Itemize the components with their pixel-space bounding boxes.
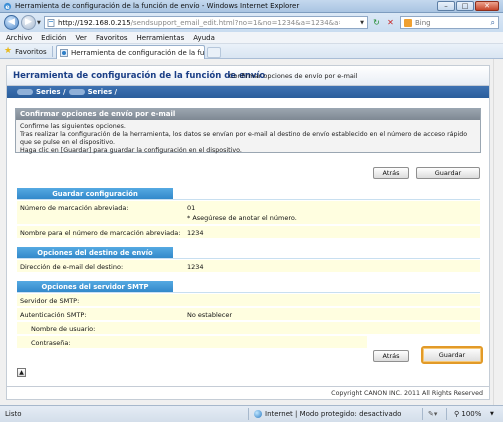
divider [17,292,480,293]
app-header: Herramienta de configuración de la funci… [7,66,489,86]
maximize-button[interactable]: □ [456,1,474,11]
arrow-left-icon: ◀ [8,17,15,27]
vertical-scrollbar[interactable] [493,59,503,405]
favorites-label: Favoritos [15,47,47,56]
table-row: Nombre para el número de marcación abrev… [17,226,480,238]
confirm-line-3: Haga clic en [Guardar] para guardar la c… [20,147,242,154]
app-subtitle: Confirmar opciones de envío por e-mail [229,72,358,80]
tab-title: Herramienta de configuración de la funci… [71,48,205,57]
minimize-button[interactable]: – [437,1,455,11]
save-button-top[interactable]: Guardar [416,167,480,179]
back-button-bottom[interactable]: Atrás [373,350,409,362]
security-settings-icon[interactable]: ✎▾ [428,410,437,418]
window-title: Herramienta de configuración de la funci… [15,2,300,10]
page-footer: Copyright CANON INC. 2011 All Rights Res… [7,386,489,399]
row-label: Servidor de SMTP: [20,297,80,305]
window-titlebar: e Herramienta de configuración de la fun… [0,0,503,13]
divider [248,408,249,420]
row-note: * Asegúrese de anotar el número. [187,214,297,222]
security-zone[interactable]: Internet | Modo protegido: desactivado [254,410,401,418]
url-dropdown-icon[interactable]: ▼ [360,20,364,26]
back-button[interactable]: ◀ [4,15,19,30]
table-row: Contraseña: [17,336,367,348]
save-button-bottom[interactable]: Guardar [421,346,483,364]
row-label: Nombre para el número de marcación abrev… [20,229,181,237]
search-input[interactable] [415,18,485,28]
menu-ayuda[interactable]: Ayuda [193,34,215,42]
confirm-panel-heading: Confirmar opciones de envío por e-mail [16,109,480,120]
menu-favoritos[interactable]: Favoritos [96,34,128,42]
row-label: Contraseña: [31,339,71,347]
arrow-right-icon: ▶ [25,17,32,27]
divider [422,408,423,420]
scroll-to-top-icon[interactable]: ▲ [17,368,26,377]
redacted-model [68,89,85,95]
row-label: Nombre de usuario: [31,325,96,333]
url-text[interactable]: http://192.168.0.215/sendsupport_email_e… [58,19,340,27]
zoom-level[interactable]: ⚲ 100% [454,410,481,418]
status-text: Listo [5,410,22,418]
breadcrumb: Series / Series / [7,86,489,98]
divider [52,46,53,57]
back-button-top[interactable]: Atrás [373,167,409,179]
search-box[interactable]: ⌕ [400,16,499,29]
history-dropdown-icon[interactable]: ▼ [37,20,41,26]
menu-archivo[interactable]: Archivo [6,34,32,42]
divider [446,408,447,420]
app-title: Herramienta de configuración de la funci… [13,71,266,81]
url-path: /sendsupport_email_edit.html?no=1&no=123… [130,19,340,27]
table-row: Autenticación SMTP: No establecer [17,308,480,320]
breadcrumb-series-1: Series / [36,88,66,96]
url-host: http://192.168.0.215 [58,19,131,27]
stop-icon[interactable]: ✕ [384,16,397,29]
url-field[interactable]: http://192.168.0.215/sendsupport_email_e… [44,16,368,29]
divider [17,199,480,200]
breadcrumb-series-2: Series / [87,88,118,96]
table-row: Nombre de usuario: [17,322,480,334]
new-tab-button[interactable] [207,47,221,58]
page-viewport: Herramienta de configuración de la funci… [0,59,503,405]
bing-icon [404,19,412,27]
globe-icon [254,410,262,418]
forward-button[interactable]: ▶ [21,15,36,30]
menu-bar: Archivo Edición Ver Favoritos Herramient… [0,32,503,44]
row-value: 1234 [187,263,204,271]
canon-page-icon [60,48,68,57]
zoom-icon: ⚲ [454,410,460,418]
copyright-text: Copyright CANON INC. 2011 All Rights Res… [331,390,483,397]
zone-text: Internet | Modo protegido: desactivado [265,410,402,418]
confirm-line-2: Tras realizar la configuración de la her… [20,131,468,146]
close-window-button[interactable]: ✕ [475,1,499,11]
zoom-dropdown-icon[interactable]: ▼ [490,411,494,417]
search-icon[interactable]: ⌕ [491,18,495,28]
address-bar: ◀ ▶ ▼ http://192.168.0.215/sendsupport_e… [0,13,503,32]
redacted-model [17,89,33,95]
svg-text:e: e [5,4,9,11]
table-row: Dirección de e-mail del destino: 1234 [17,260,480,272]
row-label: Dirección de e-mail del destino: [20,263,124,271]
favorites-bar: ★ Favoritos Herramienta de configuración… [0,44,503,59]
confirm-line-1: Confirme las siguientes opciones. [20,123,126,130]
browser-tab[interactable]: Herramienta de configuración de la funci… [56,45,205,59]
refresh-icon[interactable]: ↻ [370,16,383,29]
menu-ver[interactable]: Ver [76,34,87,42]
divider [17,258,480,259]
internet-explorer-icon: e [3,2,12,11]
row-value: No establecer [187,311,232,319]
web-page: Herramienta de configuración de la funci… [6,65,490,400]
row-label: Número de marcación abreviada: [20,204,129,212]
row-value: 01 [187,204,196,212]
zoom-text: 100% [461,410,482,418]
table-row: Número de marcación abreviada: 01 * Aseg… [17,201,480,224]
menu-herramientas[interactable]: Herramientas [137,34,185,42]
menu-edicion[interactable]: Edición [41,34,66,42]
row-label: Autenticación SMTP: [20,311,87,319]
favorites-button[interactable]: ★ Favoritos [4,46,47,57]
status-bar: Listo Internet | Modo protegido: desacti… [0,405,503,422]
page-icon [47,19,55,27]
row-value: 1234 [187,229,204,237]
table-row: Servidor de SMTP: [17,294,480,306]
confirm-panel: Confirmar opciones de envío por e-mail C… [15,108,481,154]
star-icon: ★ [4,46,13,56]
